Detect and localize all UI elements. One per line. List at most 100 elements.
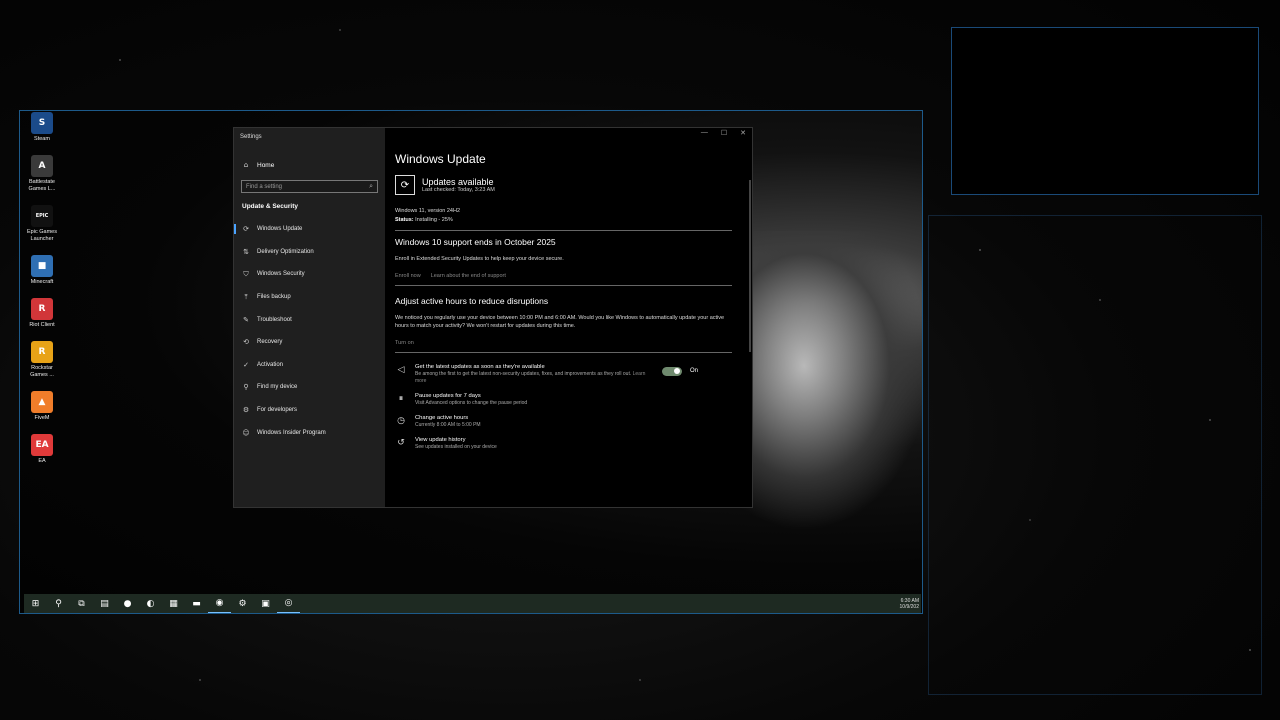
epic-games-icon: EPIC: [31, 205, 53, 227]
ea-icon: EA: [31, 434, 53, 456]
option-subtitle-text: See updates installed on your device: [415, 443, 497, 450]
option-subtitle-text: Currently 8:00 AM to 5:00 PM: [415, 421, 481, 428]
shield-icon: ⛉: [243, 269, 249, 278]
system-clock[interactable]: 6:30 AM 10/9/202: [900, 598, 921, 610]
settings-icon[interactable]: ⚙: [231, 594, 254, 613]
toggle-switch[interactable]: [661, 366, 682, 376]
nav-home[interactable]: ⌂ Home: [234, 158, 385, 172]
maximize-icon[interactable]: ☐: [721, 129, 727, 137]
person-locate-icon: ⚲: [243, 383, 249, 392]
clock-time: 6:30 AM: [900, 597, 919, 604]
delivery-icon: ⇅: [243, 247, 249, 256]
task-view-icon[interactable]: ⧉: [70, 594, 93, 613]
start-button[interactable]: ⊞: [24, 594, 47, 613]
desktop-icon-label: FiveM: [34, 415, 50, 421]
desktop-icon[interactable]: A Battlestate Games L...: [24, 155, 60, 193]
app-icon[interactable]: ▤: [93, 594, 116, 613]
option-title: Get the latest updates as soon as they'r…: [415, 363, 545, 370]
option-text: View update history See updates installed…: [415, 436, 732, 451]
nav-item-label: Windows Update: [257, 226, 303, 233]
history-icon: ↺: [397, 437, 405, 448]
app-green-icon[interactable]: ▣: [254, 594, 277, 613]
desktop-icon[interactable]: S Steam: [24, 112, 60, 143]
nav-item-label: Windows Security: [257, 271, 305, 278]
scrollbar[interactable]: [749, 180, 751, 352]
nav-list: ⟳ Windows Update ⇅ Delivery Optimization ⛉ Wi…: [234, 218, 385, 444]
taskbar: ⊞ ⚲ ⧉ ▤ ● ◐ ▦ ▬ ◉ ⚙ ▣ ◎ 6:30 AM 10/9/202: [24, 594, 921, 613]
search-icon[interactable]: ⚲: [47, 594, 70, 613]
settings-content: — ☐ ✕ Windows Update ⟳ Updates available…: [385, 128, 752, 507]
nav-item[interactable]: ✓ Activation: [234, 354, 385, 377]
option-text: Pause updates for 7 days Visit Advanced o…: [415, 392, 732, 407]
option-subtitle: Be among the first to get the latest non…: [415, 371, 654, 385]
file-explorer-icon[interactable]: ▬: [185, 594, 208, 613]
option-subtitle-text: Visit Advanced options to change the pau…: [415, 399, 528, 406]
settings-search-input[interactable]: Find a setting ⌕: [241, 180, 378, 193]
desktop-icon[interactable]: R Rockstar Games ...: [24, 341, 60, 379]
minimize-icon[interactable]: —: [701, 129, 708, 137]
nav-item-label: Troubleshoot: [257, 316, 292, 323]
wrench-icon: ✎: [243, 315, 249, 324]
nav-item[interactable]: ⟳ Windows Update: [234, 218, 385, 241]
vivaldi-icon[interactable]: ●: [116, 594, 139, 613]
learn-end-of-support-link[interactable]: Learn about the end of support: [431, 273, 506, 279]
update-status-title: Updates available: [422, 177, 494, 187]
settings-nav: Settings ⌂ Home Find a setting ⌕ Update …: [234, 128, 385, 507]
window-controls: — ☐ ✕: [701, 129, 746, 137]
nav-item[interactable]: ⛉ Windows Security: [234, 263, 385, 286]
desktop-icon[interactable]: R Riot Client: [24, 298, 60, 329]
frame-outline: [928, 215, 1262, 695]
steam-icon: S: [31, 112, 53, 134]
update-option[interactable]: ◷ Change active hours Currently 8:00 AM to…: [395, 414, 732, 429]
desktop-icon[interactable]: ■ Minecraft: [24, 255, 60, 286]
edge-icon[interactable]: ◐: [139, 594, 162, 613]
nav-item[interactable]: ⚙ For developers: [234, 399, 385, 422]
update-option[interactable]: ↺ View update history See updates installe…: [395, 436, 732, 451]
desktop-icon-label: Battlestate Games L...: [28, 179, 56, 192]
update-options: ◁ Get the latest updates as soon as they'…: [395, 363, 732, 451]
desktop-icon-label: EA: [38, 458, 46, 464]
developer-icon: ⚙: [242, 406, 250, 415]
page-title: Windows Update: [395, 152, 486, 166]
enroll-now-link[interactable]: Enroll now: [395, 273, 421, 279]
nav-item[interactable]: ⇅ Delivery Optimization: [234, 241, 385, 264]
divider: [395, 230, 732, 231]
battlestate-icon: A: [31, 155, 53, 177]
turn-on-link[interactable]: Turn on: [395, 340, 414, 346]
nav-item-label: Files backup: [257, 294, 291, 301]
option-subtitle-text: Be among the first to get the latest non…: [415, 370, 632, 377]
fivem-icon: ▲: [31, 391, 53, 413]
active-hours-links: Turn on: [395, 340, 732, 346]
nav-item[interactable]: ✎ Troubleshoot: [234, 308, 385, 331]
desktop-icons: S Steam A Battlestate Games L... EPIC Epic Ga…: [24, 112, 60, 477]
desktop-icon[interactable]: ▲ FiveM: [24, 391, 60, 422]
update-option[interactable]: ⏸ Pause updates for 7 days Visit Advanced …: [395, 392, 732, 407]
store-icon[interactable]: ▦: [162, 594, 185, 613]
megaphone-icon: ◁: [397, 364, 405, 375]
update-status-row: ⟳ Updates available Last checked: Today,…: [395, 175, 732, 195]
active-hours-body: We noticed you regularly use your device…: [395, 314, 725, 330]
option-title: Pause updates for 7 days: [415, 392, 481, 399]
settings-window: Settings ⌂ Home Find a setting ⌕ Update …: [233, 127, 753, 508]
last-checked: Last checked: Today, 3:23 AM: [422, 187, 495, 193]
latest-updates-toggle[interactable]: On: [661, 366, 698, 376]
home-icon: ⌂: [243, 161, 249, 169]
section-heading: Update & Security: [242, 203, 298, 210]
clock-date: 10/9/202: [899, 603, 919, 610]
toggle-label: On: [689, 368, 698, 374]
close-icon[interactable]: ✕: [740, 129, 746, 137]
eos-body: Enroll in Extended Security Updates to h…: [395, 256, 564, 262]
desktop-icon-label: Steam: [34, 136, 50, 142]
recovery-icon: ⟲: [243, 338, 249, 347]
desktop-icon[interactable]: EA EA: [24, 434, 60, 465]
update-option[interactable]: ◁ Get the latest updates as soon as they'…: [395, 363, 732, 385]
nav-item[interactable]: ☺ Windows Insider Program: [234, 421, 385, 444]
desktop-icon[interactable]: EPIC Epic Games Launcher: [24, 205, 60, 243]
nav-item[interactable]: ⟲ Recovery: [234, 331, 385, 354]
nav-item[interactable]: ⤒ Files backup: [234, 286, 385, 309]
recording-app-icon[interactable]: ◎: [277, 594, 300, 613]
nav-item-label: Windows Insider Program: [257, 429, 326, 436]
search-placeholder: Find a setting: [246, 183, 283, 190]
chat-icon[interactable]: ◉: [208, 594, 231, 613]
nav-item[interactable]: ⚲ Find my device: [234, 376, 385, 399]
